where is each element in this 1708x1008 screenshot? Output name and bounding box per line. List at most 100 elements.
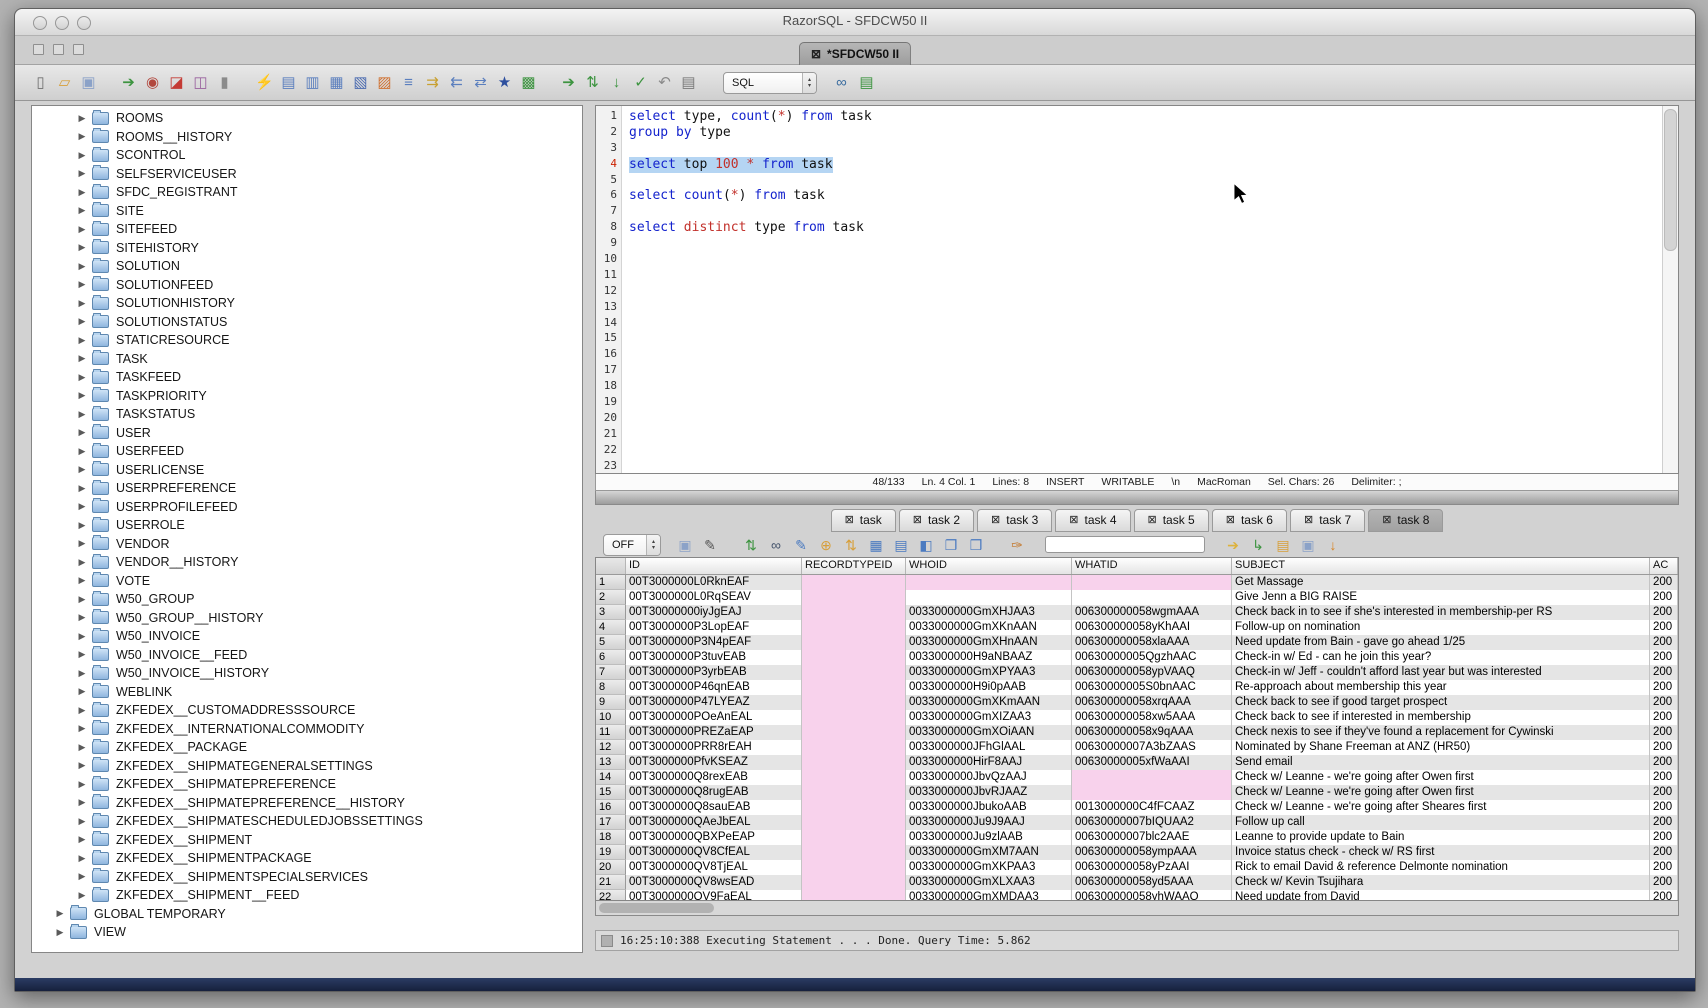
refresh-results-icon[interactable]: ⇅ xyxy=(742,536,760,554)
sidebar-item[interactable]: ▶ ZKFEDEX__SHIPMENT__FEED xyxy=(32,886,582,905)
cell-whatid[interactable]: 006300000058xrqAAA xyxy=(1072,695,1232,710)
cell-subject[interactable]: Check w/ Leanne - we're going after Owen… xyxy=(1232,785,1650,800)
cell-id[interactable]: 00T3000000P3LopEAF xyxy=(626,620,802,635)
horizontal-splitter[interactable] xyxy=(595,491,1679,505)
cell-whoid[interactable]: 0033000000H9aNBAAZ xyxy=(906,650,1072,665)
sidebar-item[interactable]: ▶ STATICRESOURCE xyxy=(32,331,582,350)
disclosure-triangle-icon[interactable]: ▶ xyxy=(74,261,90,272)
cell-id[interactable]: 00T3000000POeAnEAL xyxy=(626,710,802,725)
cell-recordtypeid[interactable] xyxy=(802,680,906,695)
cell-subject[interactable]: Need update from David xyxy=(1232,890,1650,900)
title-bar[interactable]: RazorSQL - SFDCW50 II xyxy=(15,9,1695,36)
cell-recordtypeid[interactable] xyxy=(802,605,906,620)
disclosure-triangle-icon[interactable]: ▶ xyxy=(74,427,90,438)
cell-subject[interactable]: Give Jenn a BIG RAISE xyxy=(1232,590,1650,605)
results-layout-icon[interactable]: ▤ xyxy=(857,73,876,92)
disclosure-triangle-icon[interactable]: ▶ xyxy=(74,464,90,475)
row-number[interactable]: 20 xyxy=(596,860,626,875)
sidebar-item[interactable]: ▶ SOLUTION xyxy=(32,257,582,276)
sql-editor[interactable]: 1 2 3 4 5 6 7 xyxy=(595,105,1679,474)
cell-id[interactable]: 00T3000000Q8sauEAB xyxy=(626,800,802,815)
disclosure-triangle-icon[interactable]: ▶ xyxy=(74,224,90,235)
close-tab-icon[interactable]: ⊠ xyxy=(1382,515,1391,526)
sidebar-item[interactable]: ▶ SCONTROL xyxy=(32,146,582,165)
cell-subject[interactable]: Follow-up on nomination xyxy=(1232,620,1650,635)
rollback-icon[interactable]: ↶ xyxy=(655,73,674,92)
close-tab-icon[interactable]: ⊠ xyxy=(1304,515,1313,526)
go-to-icon[interactable]: ➔ xyxy=(1224,536,1242,554)
sidebar-item[interactable]: ▶ USERPROFILEFEED xyxy=(32,498,582,517)
cell-whatid[interactable] xyxy=(1072,770,1232,785)
table-row[interactable]: 12 00T3000000PRR8rEAH 0033000000JFhGlAAL… xyxy=(596,740,1678,755)
disclosure-triangle-icon[interactable]: ▶ xyxy=(74,335,90,346)
table-row[interactable]: 7 00T3000000P3yrbEAB 0033000000GmXPYAA3 … xyxy=(596,665,1678,680)
cell-id[interactable]: 00T3000000P3yrbEAB xyxy=(626,665,802,680)
sidebar-item[interactable]: ▶ VENDOR xyxy=(32,535,582,554)
cell-id[interactable]: 00T3000000QV9FaEAL xyxy=(626,890,802,900)
table-row[interactable]: 3 00T30000000iyJgEAJ 0033000000GmXHJAA3 … xyxy=(596,605,1678,620)
cell-whatid[interactable]: 006300000058wgmAAA xyxy=(1072,605,1232,620)
row-number[interactable]: 16 xyxy=(596,800,626,815)
cell-activitydate[interactable]: 200 xyxy=(1650,650,1678,665)
cell-whoid[interactable]: 0033000000GmXKmAAN xyxy=(906,695,1072,710)
table-row[interactable]: 8 00T3000000P46qnEAB 0033000000H9i0pAAB … xyxy=(596,680,1678,695)
favorites-icon[interactable]: ★ xyxy=(495,73,514,92)
cell-id[interactable]: 00T3000000PfvKSEAZ xyxy=(626,755,802,770)
sidebar-item[interactable]: ▶ ZKFEDEX__SHIPMENT xyxy=(32,831,582,850)
cell-whatid[interactable]: 00630000005QgzhAAC xyxy=(1072,650,1232,665)
row-number[interactable]: 4 xyxy=(596,620,626,635)
sidebar-item[interactable]: ▶ VENDOR__HISTORY xyxy=(32,553,582,572)
sidebar-item[interactable]: ▶ TASKPRIORITY xyxy=(32,387,582,406)
cell-activitydate[interactable]: 200 xyxy=(1650,740,1678,755)
save-file-icon[interactable]: ▣ xyxy=(79,73,98,92)
row-number[interactable]: 10 xyxy=(596,710,626,725)
copy-pages-icon[interactable]: ▦ xyxy=(327,73,346,92)
sort-desc-icon[interactable]: ⇇ xyxy=(447,73,466,92)
disclosure-triangle-icon[interactable]: ▶ xyxy=(74,131,90,142)
result-tab[interactable]: ⊠ task 3 xyxy=(977,509,1052,532)
disclosure-triangle-icon[interactable]: ▶ xyxy=(74,834,90,845)
cell-subject[interactable]: Send email xyxy=(1232,755,1650,770)
form-view-icon[interactable]: ◧ xyxy=(917,536,935,554)
results-horizontal-scrollbar[interactable] xyxy=(595,901,1679,917)
disclosure-triangle-icon[interactable]: ▶ xyxy=(74,372,90,383)
disclosure-triangle-icon[interactable]: ▶ xyxy=(74,150,90,161)
cell-whoid[interactable]: 0033000000JbvQzAAJ xyxy=(906,770,1072,785)
disclosure-triangle-icon[interactable]: ▶ xyxy=(74,575,90,586)
disclosure-triangle-icon[interactable]: ▶ xyxy=(74,594,90,605)
disclosure-triangle-icon[interactable]: ▶ xyxy=(74,316,90,327)
cell-whoid[interactable]: 0033000000GmXHnAAN xyxy=(906,635,1072,650)
cell-subject[interactable]: Need update from Bain - gave go ahead 1/… xyxy=(1232,635,1650,650)
sidebar-item[interactable]: ▶ USERPREFERENCE xyxy=(32,479,582,498)
table-row[interactable]: 2 00T3000000L0RqSEAV Give Jenn a BIG RAI… xyxy=(596,590,1678,605)
sidebar-item[interactable]: ▶ W50_INVOICE__HISTORY xyxy=(32,664,582,683)
sidebar-item[interactable]: ▶ ZKFEDEX__SHIPMATESCHEDULEDJOBSSETTINGS xyxy=(32,812,582,831)
manual-book-icon[interactable]: ▨ xyxy=(375,73,394,92)
column-header[interactable]: WHOID xyxy=(906,558,1072,574)
sidebar-item[interactable]: ▶ W50_INVOICE__FEED xyxy=(32,646,582,665)
results-search-input[interactable] xyxy=(1045,536,1205,553)
cell-id[interactable]: 00T3000000PRR8rEAH xyxy=(626,740,802,755)
disclosure-triangle-icon[interactable]: ▶ xyxy=(74,742,90,753)
disclosure-triangle-icon[interactable]: ▶ xyxy=(74,649,90,660)
find-icon[interactable]: ▥ xyxy=(303,73,322,92)
cell-subject[interactable]: Check-in w/ Jeff - couldn't afford last … xyxy=(1232,665,1650,680)
cell-subject[interactable]: Check w/ Kevin Tsujihara xyxy=(1232,875,1650,890)
table-row[interactable]: 14 00T3000000Q8rexEAB 0033000000JbvQzAAJ… xyxy=(596,770,1678,785)
cell-recordtypeid[interactable] xyxy=(802,725,906,740)
cell-subject[interactable]: Check w/ Leanne - we're going after Shea… xyxy=(1232,800,1650,815)
sidebar-item[interactable]: ▶ ZKFEDEX__SHIPMENTPACKAGE xyxy=(32,849,582,868)
cell-whatid[interactable] xyxy=(1072,575,1232,590)
cell-subject[interactable]: Check w/ Leanne - we're going after Owen… xyxy=(1232,770,1650,785)
cell-whatid[interactable]: 006300000058xw5AAA xyxy=(1072,710,1232,725)
cell-recordtypeid[interactable] xyxy=(802,575,906,590)
copy-table-icon[interactable]: ❒ xyxy=(967,536,985,554)
sidebar-item[interactable]: ▶ VOTE xyxy=(32,572,582,591)
cell-whatid[interactable]: 006300000058yKhAAI xyxy=(1072,620,1232,635)
editor-scrollbar-thumb[interactable] xyxy=(1664,109,1677,251)
cell-activitydate[interactable]: 200 xyxy=(1650,590,1678,605)
cell-subject[interactable]: Check back in to see if she's interested… xyxy=(1232,605,1650,620)
reference-book-icon[interactable]: ▧ xyxy=(351,73,370,92)
row-number[interactable]: 5 xyxy=(596,635,626,650)
cell-whatid[interactable]: 006300000058xlaAAA xyxy=(1072,635,1232,650)
